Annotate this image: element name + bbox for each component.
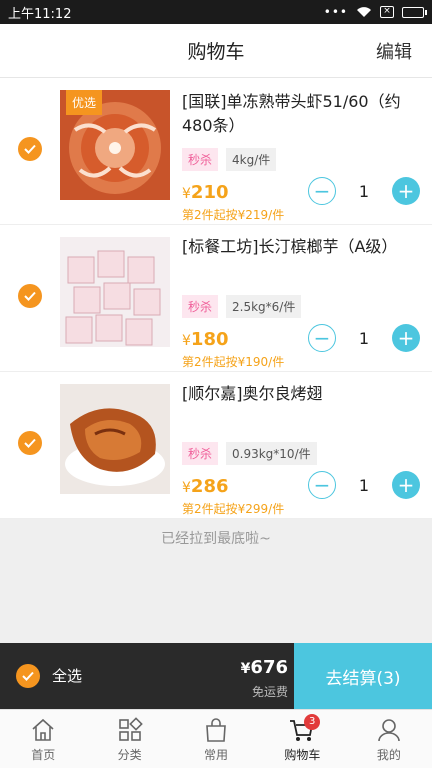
roasted-wings-photo [60,384,170,494]
edit-button[interactable]: 编辑 [376,38,412,64]
checkmark-icon [24,144,36,154]
page-title: 购物车 [187,41,245,63]
quantity-stepper: − 1 + [308,324,420,352]
flash-sale-badge: 秒杀 [182,295,219,318]
product-price: ¥180 [182,329,229,350]
status-time: 上午11:12 [8,6,72,22]
free-shipping-label: 免运费 [251,685,288,699]
cart-count-badge: 3 [304,714,321,730]
item-checkbox[interactable] [18,284,42,308]
second-item-price: 第2件起按¥299/件 [182,502,285,516]
increase-button[interactable]: + [392,324,420,352]
decrease-button[interactable]: − [308,324,336,352]
checkmark-icon [24,438,36,448]
product-name[interactable]: [顺尔嘉]奥尔良烤翅 [182,382,422,406]
item-checkbox[interactable] [18,431,42,455]
cart-item: 优选 [国联]单冻熟带头虾51/60（约480条） 秒杀 4kg/件 ¥210 … [0,78,432,225]
cart-list: 优选 [国联]单冻熟带头虾51/60（约480条） 秒杀 4kg/件 ¥210 … [0,78,432,519]
product-image[interactable]: 优选 [60,90,170,200]
product-name[interactable]: [标餐工坊]长汀槟榔芋（A级） [182,235,422,259]
featured-tag: 优选 [66,90,103,115]
quantity-stepper: − 1 + [308,471,420,499]
quantity-value: 1 [358,181,370,201]
wifi-icon [357,7,371,17]
checkmark-icon [24,291,36,301]
tab-home[interactable]: 首页 [0,710,86,768]
decrease-button[interactable]: − [308,177,336,205]
checkout-bar: 全选 ¥676 免运费 去结算(3) [0,643,432,709]
increase-button[interactable]: + [392,471,420,499]
spec-badge: 2.5kg*6/件 [226,295,302,318]
profile-icon [378,719,400,742]
cart-item: [标餐工坊]长汀槟榔芋（A级） 秒杀 2.5kg*6/件 ¥180 第2件起按¥… [0,225,432,372]
spec-badge: 0.93kg*10/件 [226,442,317,465]
page-header: 购物车 编辑 [0,24,432,78]
second-item-price: 第2件起按¥219/件 [182,208,285,222]
more-dots-icon: ••• [323,5,348,19]
home-icon [32,718,54,741]
item-checkbox[interactable] [18,137,42,161]
tab-profile[interactable]: 我的 [346,710,432,768]
end-of-list-text: 已经拉到最底啦~ [161,531,271,547]
category-icon [118,717,143,741]
battery-icon [402,6,427,18]
select-all-checkbox[interactable] [16,664,40,688]
quantity-value: 1 [358,328,370,348]
tab-category[interactable]: 分类 [86,710,172,768]
select-all-label[interactable]: 全选 [52,665,82,686]
decrease-button[interactable]: − [308,471,336,499]
increase-button[interactable]: + [392,177,420,205]
bottom-tab-bar: 首页 分类 常用 3 购物车 我的 [0,709,432,768]
tab-frequent[interactable]: 常用 [173,710,259,768]
product-name[interactable]: [国联]单冻熟带头虾51/60（约480条） [182,90,422,138]
bag-icon [206,718,226,742]
total-price: ¥676 [240,657,288,678]
flash-sale-badge: 秒杀 [182,148,219,171]
status-bar: 上午11:12 ••• × [0,0,432,24]
sim-icon: × [380,6,394,18]
spec-badge: 4kg/件 [226,148,277,171]
tab-cart[interactable]: 3 购物车 [259,710,345,768]
product-image[interactable] [60,237,170,347]
taro-cubes-photo [60,237,170,347]
product-image[interactable] [60,384,170,494]
flash-sale-badge: 秒杀 [182,442,219,465]
checkout-button[interactable]: 去结算(3) [294,643,432,709]
product-price: ¥286 [182,476,229,497]
quantity-value: 1 [358,475,370,495]
quantity-stepper: − 1 + [308,177,420,205]
second-item-price: 第2件起按¥190/件 [182,355,285,369]
checkmark-icon [22,671,34,681]
cart-item: [顺尔嘉]奥尔良烤翅 秒杀 0.93kg*10/件 ¥286 第2件起按¥299… [0,372,432,519]
product-price: ¥210 [182,182,229,203]
